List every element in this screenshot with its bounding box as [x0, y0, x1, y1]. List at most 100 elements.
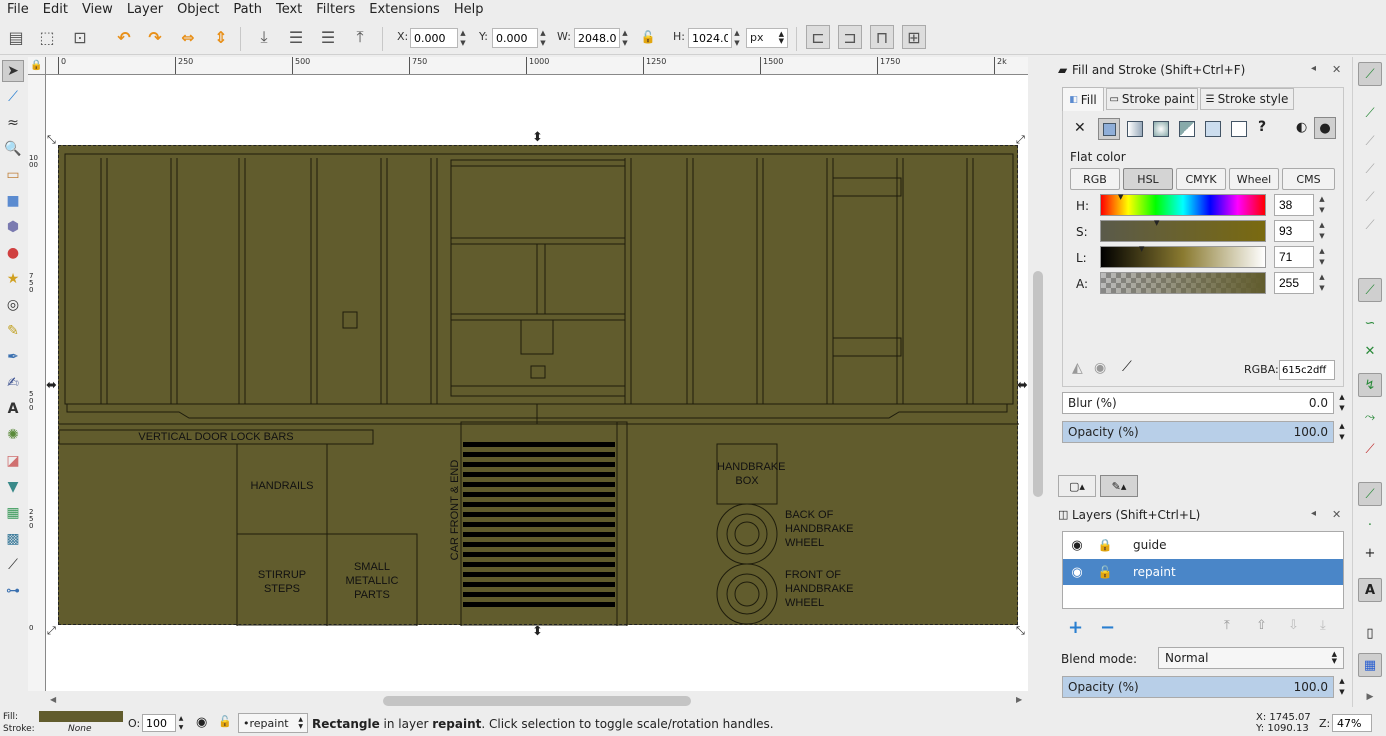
selected-rectangle[interactable]: VERTICAL DOOR LOCK BARS HANDRAILS STIRRU…	[58, 145, 1019, 626]
eraser-tool-icon[interactable]: ◪	[2, 450, 24, 472]
y-spinner[interactable]: ▲ ▼	[538, 28, 548, 48]
y-field[interactable]	[492, 28, 538, 48]
collapse-panel-icon[interactable]: ◂	[1311, 63, 1316, 74]
snap-cusp-icon[interactable]: ↯	[1358, 373, 1382, 397]
close-panel-icon[interactable]: ✕	[1332, 63, 1341, 76]
paint-bucket-tool-icon[interactable]: ▼	[2, 476, 24, 498]
alpha-field[interactable]	[1274, 272, 1314, 294]
layer-name[interactable]: guide	[1119, 538, 1167, 552]
rgba-field[interactable]	[1279, 360, 1335, 380]
flip-horizontal-icon[interactable]: ⇔	[176, 25, 200, 49]
horizontal-ruler[interactable]: 0 250 500 750 1000 1250 1500 1750 2k	[46, 57, 1028, 75]
snap-nodes-icon[interactable]: ⟋	[1358, 278, 1382, 302]
node-tool-icon[interactable]: ⟋	[2, 86, 24, 108]
mode-rgb-button[interactable]: RGB	[1070, 168, 1120, 190]
snap-paths-icon[interactable]: ∽	[1358, 311, 1382, 335]
add-layer-icon[interactable]: +	[1068, 617, 1083, 638]
snap-bbox-center-icon[interactable]: ⟋	[1358, 213, 1382, 237]
snap-bbox-icon[interactable]: ⟋	[1358, 101, 1382, 125]
opacity-spinner[interactable]: ▲ ▼	[176, 714, 186, 732]
fill-rule-evenodd-icon[interactable]: ◐	[1296, 120, 1307, 135]
snap-others-icon[interactable]: ⟋	[1358, 482, 1382, 506]
scroll-left-icon[interactable]: ◀	[50, 695, 56, 704]
blur-spinner[interactable]: ▲ ▼	[1336, 392, 1348, 414]
raise-layer-icon[interactable]: ⇧	[1256, 618, 1267, 633]
snap-bbox-midpoint-icon[interactable]: ⟋	[1358, 185, 1382, 209]
scale-handle-top-right-icon[interactable]: ⤢	[1016, 133, 1025, 147]
scale-handle-top-left-icon[interactable]: ⤡	[47, 133, 56, 147]
gradient-tool-icon[interactable]: ▦	[2, 502, 24, 524]
collapse-layers-icon[interactable]: ◂	[1311, 508, 1316, 519]
flat-color-icon[interactable]	[1098, 118, 1120, 140]
ellipse-tool-icon[interactable]: ●	[2, 242, 24, 264]
flip-vertical-icon[interactable]: ⇕	[209, 25, 233, 49]
vertical-scrollbar[interactable]	[1030, 75, 1046, 691]
vertical-scroll-thumb[interactable]	[1033, 271, 1043, 497]
close-layers-icon[interactable]: ✕	[1332, 508, 1341, 521]
scroll-right-icon[interactable]: ▶	[1016, 695, 1022, 704]
zoom-field[interactable]	[1332, 714, 1372, 732]
mode-hsl-button[interactable]: HSL	[1123, 168, 1173, 190]
x-field[interactable]	[410, 28, 458, 48]
menu-help[interactable]: Help	[447, 0, 491, 20]
move-patterns-icon[interactable]: ⊞	[902, 25, 926, 49]
saturation-field[interactable]	[1274, 220, 1314, 242]
opacity-field[interactable]	[142, 714, 176, 732]
mode-wheel-button[interactable]: Wheel	[1229, 168, 1279, 190]
select-all-layers-icon[interactable]: ⊡	[68, 25, 92, 49]
snap-smooth-icon[interactable]: ⤳	[1358, 405, 1382, 429]
menu-path[interactable]: Path	[226, 0, 269, 20]
mode-cmyk-button[interactable]: CMYK	[1176, 168, 1226, 190]
x-spinner[interactable]: ▲ ▼	[458, 28, 468, 48]
snap-enable-icon[interactable]: ⟋	[1358, 62, 1382, 86]
pen-tool-icon[interactable]: ✒	[2, 346, 24, 368]
measure-tool-icon[interactable]: ▭	[2, 164, 24, 186]
scale-handle-bottom-icon[interactable]: ⬍	[532, 624, 543, 639]
calligraphy-tool-icon[interactable]: ✍	[2, 372, 24, 394]
w-spinner[interactable]: ▲ ▼	[620, 28, 630, 48]
snap-page-border-icon[interactable]: ▯	[1358, 621, 1382, 645]
fill-swatch[interactable]	[39, 711, 123, 722]
menu-layer[interactable]: Layer	[120, 0, 170, 20]
horizontal-scrollbar[interactable]: ◀ ▶	[46, 693, 1028, 709]
radial-gradient-icon[interactable]	[1153, 121, 1169, 137]
scale-corners-icon[interactable]: ⊐	[838, 25, 862, 49]
layer-opacity-spinner[interactable]: ▲ ▼	[1336, 676, 1348, 698]
alpha-slider[interactable]	[1100, 272, 1266, 294]
rotate-cw-icon[interactable]: ↷	[143, 25, 167, 49]
lower-layer-icon[interactable]: ⇩	[1288, 618, 1299, 633]
rectangle-tool-icon[interactable]: ■	[2, 190, 24, 212]
horizontal-scroll-thumb[interactable]	[383, 696, 691, 706]
tab-stroke-style[interactable]: ☰ Stroke style	[1200, 88, 1294, 110]
snap-text-baseline-icon[interactable]: A	[1358, 578, 1382, 602]
color-picker-dropper-icon[interactable]: ⟋	[1122, 359, 1132, 375]
menu-extensions[interactable]: Extensions	[362, 0, 447, 20]
tweak-tool-icon[interactable]: ≈	[2, 112, 24, 134]
snap-bbox-edge-icon[interactable]: ⟋	[1358, 129, 1382, 153]
snap-centers-icon[interactable]: ·	[1358, 513, 1382, 537]
rotate-ccw-icon[interactable]: ↶	[112, 25, 136, 49]
snap-midpoints-icon[interactable]: ⟋	[1358, 437, 1382, 461]
w-field[interactable]	[574, 28, 620, 48]
menu-file[interactable]: File	[0, 0, 36, 20]
tab-fill[interactable]: ◧ Fill	[1062, 87, 1104, 111]
selector-tool-icon[interactable]: ➤	[2, 60, 24, 82]
lower-to-bottom-icon[interactable]: ⤓	[252, 25, 276, 49]
no-paint-icon[interactable]: ✕	[1074, 120, 1086, 136]
h-field[interactable]	[688, 28, 732, 48]
scale-handle-right-icon[interactable]: ⬌	[1017, 378, 1028, 393]
swatch-icon[interactable]	[1231, 121, 1247, 137]
menu-object[interactable]: Object	[170, 0, 226, 20]
lightness-spinner[interactable]: ▲ ▼	[1316, 246, 1328, 268]
lock-ratio-icon[interactable]: 🔓	[636, 25, 660, 49]
tab-stroke-paint[interactable]: ▭ Stroke paint	[1106, 88, 1198, 110]
snap-more-icon[interactable]: ▶	[1358, 685, 1382, 709]
snap-intersections-icon[interactable]: ✕	[1358, 339, 1382, 363]
remove-layer-icon[interactable]: −	[1100, 617, 1115, 638]
layer-name[interactable]: repaint	[1119, 565, 1176, 579]
fill-stroke-tab-icon[interactable]: ✎▴	[1100, 475, 1138, 497]
scale-stroke-icon[interactable]: ⊏	[806, 25, 830, 49]
lightness-field[interactable]	[1274, 246, 1314, 268]
h-spinner[interactable]: ▲ ▼	[732, 28, 742, 48]
scale-handle-bottom-right-icon[interactable]: ⤡	[1016, 624, 1025, 638]
